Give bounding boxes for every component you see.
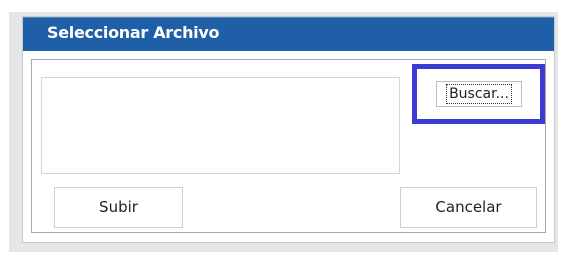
- browse-button[interactable]: Buscar...: [436, 81, 522, 107]
- upload-button[interactable]: Subir: [54, 187, 183, 228]
- select-file-dialog: Seleccionar Archivo Buscar... Subir Canc…: [22, 16, 555, 243]
- cancel-button[interactable]: Cancelar: [400, 187, 537, 228]
- dialog-title: Seleccionar Archivo: [47, 23, 220, 42]
- browse-button-label: Buscar...: [446, 84, 512, 104]
- page-backdrop: Seleccionar Archivo Buscar... Subir Canc…: [0, 0, 563, 264]
- dialog-title-bar[interactable]: Seleccionar Archivo: [23, 17, 554, 51]
- dialog-content: Buscar... Subir Cancelar: [31, 59, 546, 233]
- file-name-display: [41, 77, 400, 174]
- browse-button-highlight: Buscar...: [412, 64, 545, 124]
